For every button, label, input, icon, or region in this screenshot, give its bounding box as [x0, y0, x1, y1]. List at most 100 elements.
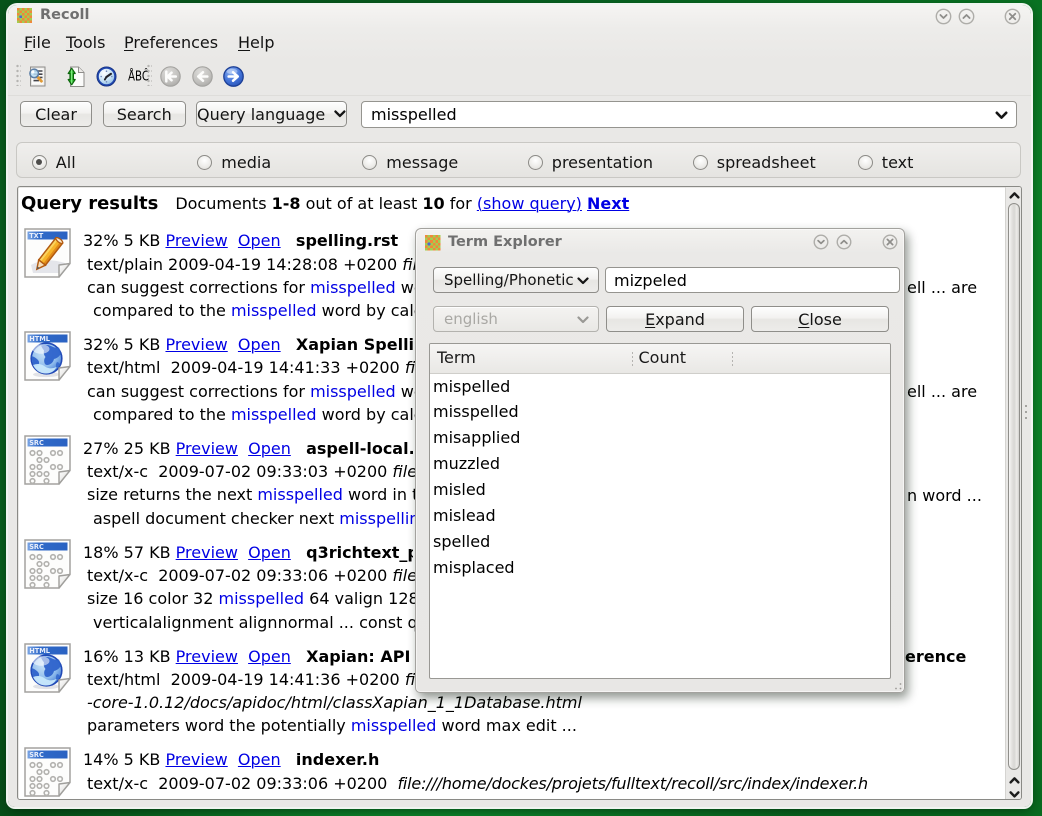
result-link[interactable]: Preview: [176, 439, 238, 458]
radio-label: All: [56, 153, 76, 172]
scroll-up-icon-2[interactable]: [1008, 774, 1021, 787]
clear-button[interactable]: Clear: [20, 101, 92, 127]
result-link[interactable]: Open: [248, 647, 291, 666]
text-segment: text/x-c: [87, 462, 158, 481]
result-row: 27% 25 KB Preview Open aspell-local.htex…: [87, 437, 417, 530]
prev-page-icon[interactable]: [192, 66, 213, 87]
text-segment: 2009-07-02 09:33:03 +0200: [158, 462, 392, 481]
text-segment: [291, 543, 306, 562]
close-dialog-button[interactable]: Close: [751, 306, 889, 332]
result-link[interactable]: Next: [587, 194, 629, 213]
toolbar-handle[interactable]: [16, 64, 21, 86]
dialog-title: Term Explorer: [448, 234, 562, 250]
term-input[interactable]: mizpeled: [605, 267, 900, 293]
text-segment: 2009-04-19 14:41:36 +0200: [171, 670, 405, 689]
mode-select-value: Spelling/Phonetic: [444, 271, 574, 289]
result-link[interactable]: Preview: [176, 543, 238, 562]
text-segment: Documents: [175, 194, 271, 213]
dialog-shade-down-button[interactable]: [813, 234, 829, 250]
dialog-shade-up-button[interactable]: [836, 234, 852, 250]
text-segment: aspell document checker next: [93, 509, 339, 528]
text-segment: Xapian: API: [306, 647, 410, 666]
term-row[interactable]: misapplied: [433, 425, 520, 451]
mode-select-combo[interactable]: Spelling/Phonetic: [433, 267, 599, 293]
term-row[interactable]: misplaced: [433, 555, 515, 581]
column-separator[interactable]: [732, 352, 733, 367]
search-hit: misspelled: [218, 589, 304, 608]
filter-radio-message[interactable]: message: [362, 153, 458, 172]
term-table-header: Term Count: [430, 344, 890, 374]
text-segment: words and aspell can suggest corrections: [396, 278, 417, 297]
radio-circle[interactable]: [693, 155, 708, 170]
vertical-scrollbar[interactable]: [1005, 187, 1021, 799]
chevron-down-icon: [995, 111, 1008, 120]
radio-circle[interactable]: [528, 155, 543, 170]
filter-radio-presentation[interactable]: presentation: [528, 153, 653, 172]
term-row[interactable]: misled: [433, 477, 486, 503]
result-link[interactable]: Open: [238, 231, 281, 250]
radio-circle[interactable]: [362, 155, 377, 170]
radio-circle[interactable]: [858, 155, 873, 170]
result-link[interactable]: (show query): [477, 194, 582, 213]
result-link[interactable]: Open: [238, 335, 281, 354]
menu-help[interactable]: Help: [238, 33, 274, 52]
radio-selected[interactable]: [32, 155, 47, 170]
text-segment: 14% 5 KB: [83, 750, 165, 769]
search-entry-combobox[interactable]: misspelled: [361, 101, 1017, 128]
language-select-combo[interactable]: english: [433, 306, 599, 332]
shade-up-button[interactable]: [958, 8, 975, 25]
search-button[interactable]: Search: [103, 101, 186, 127]
result-link[interactable]: Open: [248, 439, 291, 458]
result-link[interactable]: Preview: [176, 647, 238, 666]
text-segment: file:///home/dockes/projets/fulltext/rec…: [392, 566, 417, 585]
expand-button[interactable]: Expand: [606, 306, 744, 332]
filter-radio-text[interactable]: text: [858, 153, 914, 172]
text-segment: can suggest corrections for: [87, 382, 310, 401]
dialog-resize-grip[interactable]: [891, 679, 903, 691]
text-segment: 2009-04-19 14:28:08 +0200: [168, 255, 402, 274]
next-page-icon[interactable]: [223, 66, 244, 87]
result-link[interactable]: Preview: [165, 335, 227, 354]
filter-radio-media[interactable]: media: [197, 153, 271, 172]
term-row[interactable]: misspelled: [433, 399, 519, 425]
term-row[interactable]: muzzled: [433, 451, 500, 477]
svg-text:SRC: SRC: [29, 543, 44, 551]
resize-grip-dots[interactable]: [1023, 403, 1029, 421]
menu-preferences[interactable]: Preferences: [124, 33, 218, 52]
close-button[interactable]: [1004, 8, 1021, 25]
dialog-close-button[interactable]: [882, 234, 898, 250]
text-segment: size 16 color 32: [87, 589, 218, 608]
radio-circle[interactable]: [197, 155, 212, 170]
chevron-down-icon: [577, 316, 589, 324]
dialog-titlebar[interactable]: Term Explorer: [416, 229, 904, 256]
document-preview-icon[interactable]: [27, 66, 47, 87]
result-link[interactable]: Open: [238, 750, 281, 769]
scrollbar-thumb[interactable]: [1008, 203, 1020, 770]
scroll-down-icon[interactable]: [1008, 788, 1021, 801]
result-link[interactable]: Preview: [165, 231, 227, 250]
result-link[interactable]: Open: [248, 543, 291, 562]
src-file-icon: SRC: [23, 434, 73, 488]
text-segment: compared to the: [93, 405, 231, 424]
term-input-value: mizpeled: [614, 271, 687, 290]
term-column-header[interactable]: Term: [437, 348, 476, 367]
term-row[interactable]: spelled: [433, 529, 490, 555]
scroll-up-icon[interactable]: [1008, 189, 1021, 202]
query-language-combo[interactable]: Query language: [196, 101, 347, 127]
term-row[interactable]: mislead: [433, 503, 496, 529]
result-link[interactable]: Preview: [165, 750, 227, 769]
result-row: 18% 57 KB Preview Open q3richtext_p.cppt…: [87, 541, 417, 634]
first-page-icon[interactable]: [160, 66, 181, 87]
clock-history-icon[interactable]: [96, 66, 117, 87]
menu-tools[interactable]: Tools: [66, 33, 105, 52]
filter-radio-spreadsheet[interactable]: spreadsheet: [693, 153, 816, 172]
term-row[interactable]: mispelled: [433, 374, 510, 400]
toolbar-handle-2[interactable]: [147, 64, 152, 86]
count-column-header[interactable]: Count: [639, 348, 687, 367]
shade-down-button[interactable]: [935, 8, 952, 25]
column-separator[interactable]: [632, 352, 633, 367]
sort-update-icon[interactable]: [63, 66, 85, 87]
filter-radio-all[interactable]: All: [32, 153, 76, 172]
main-titlebar[interactable]: Recoll: [8, 5, 1031, 31]
menu-file[interactable]: File: [24, 33, 51, 52]
